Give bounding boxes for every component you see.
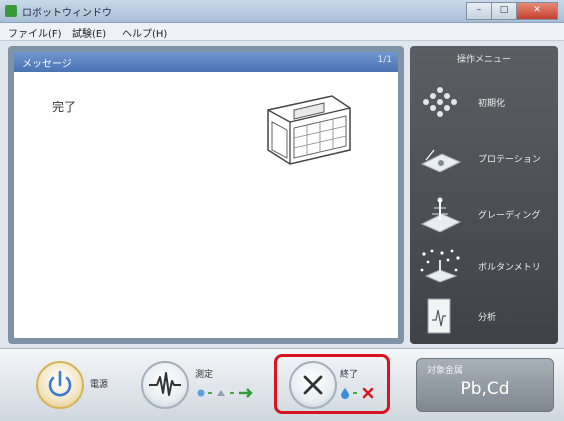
message-panel: メッセージ 1/1 完了 — [8, 46, 404, 344]
menu-file[interactable]: ファイル(F) — [8, 25, 62, 40]
window-controls: – □ ✕ — [466, 2, 558, 20]
target-metal-value: Pb,Cd — [460, 379, 510, 399]
app-icon — [5, 5, 17, 17]
message-count: 1/1 — [377, 55, 392, 65]
sparkle-icon — [420, 249, 460, 283]
dot-grid-icon — [423, 87, 457, 117]
instrument-icon — [267, 95, 351, 165]
sidebar-item-label: 分析 — [478, 313, 497, 323]
status-text: 完了 — [52, 100, 77, 114]
message-body: 完了 — [14, 72, 398, 338]
power-label: 電源 — [90, 380, 109, 390]
target-metal-panel: 対象金属 Pb,Cd — [416, 358, 554, 412]
sidebar-item-initialize[interactable]: 初期化 — [416, 78, 552, 128]
exit-highlight-frame — [274, 354, 390, 414]
window-title: ロボットウィンドウ — [22, 8, 112, 19]
message-header: メッセージ 1/1 — [14, 52, 398, 72]
menu-bar: ファイル(F) 試験(E) ヘルプ(H) — [0, 23, 564, 41]
close-button[interactable]: ✕ — [516, 2, 558, 20]
sidebar-item-label: プロテーション — [478, 155, 541, 165]
document-icon — [427, 298, 451, 334]
target-metal-label: 対象金属 — [427, 366, 464, 376]
waveform-icon — [149, 372, 181, 396]
sidebar-item-protection[interactable]: プロテーション — [416, 134, 552, 184]
maximize-button[interactable]: □ — [491, 2, 517, 20]
sidebar-item-voltammetry[interactable]: ボルタンメトリ — [416, 242, 552, 292]
sidebar-item-label: ボルタンメトリ — [478, 263, 541, 273]
minimize-button[interactable]: – — [466, 2, 492, 20]
sidebar-item-label: グレーディング — [478, 211, 541, 221]
power-button[interactable] — [36, 361, 84, 409]
menu-test[interactable]: 試験(E) — [72, 25, 106, 40]
menu-help[interactable]: ヘルプ(H) — [122, 25, 167, 40]
spray-icon — [420, 197, 462, 233]
sidebar-item-grading[interactable]: グレーディング — [416, 190, 552, 240]
sidebar-item-label: 初期化 — [478, 99, 506, 109]
power-icon — [48, 370, 72, 397]
step-icons — [197, 388, 253, 398]
plate-icon — [420, 149, 462, 173]
title-bar: ロボットウィンドウ – □ ✕ — [0, 0, 564, 23]
operation-menu: 操作メニュー 初期化 プロテーション グレーディング ボルタンメトリ 分析 — [410, 46, 558, 344]
operation-menu-title: 操作メニュー — [456, 55, 511, 65]
message-title: メッセージ — [22, 59, 72, 70]
sidebar-item-analysis[interactable]: 分析 — [416, 292, 552, 342]
measure-label: 測定 — [195, 370, 214, 380]
measure-step-indicator — [195, 384, 257, 398]
measure-button[interactable] — [141, 361, 189, 409]
